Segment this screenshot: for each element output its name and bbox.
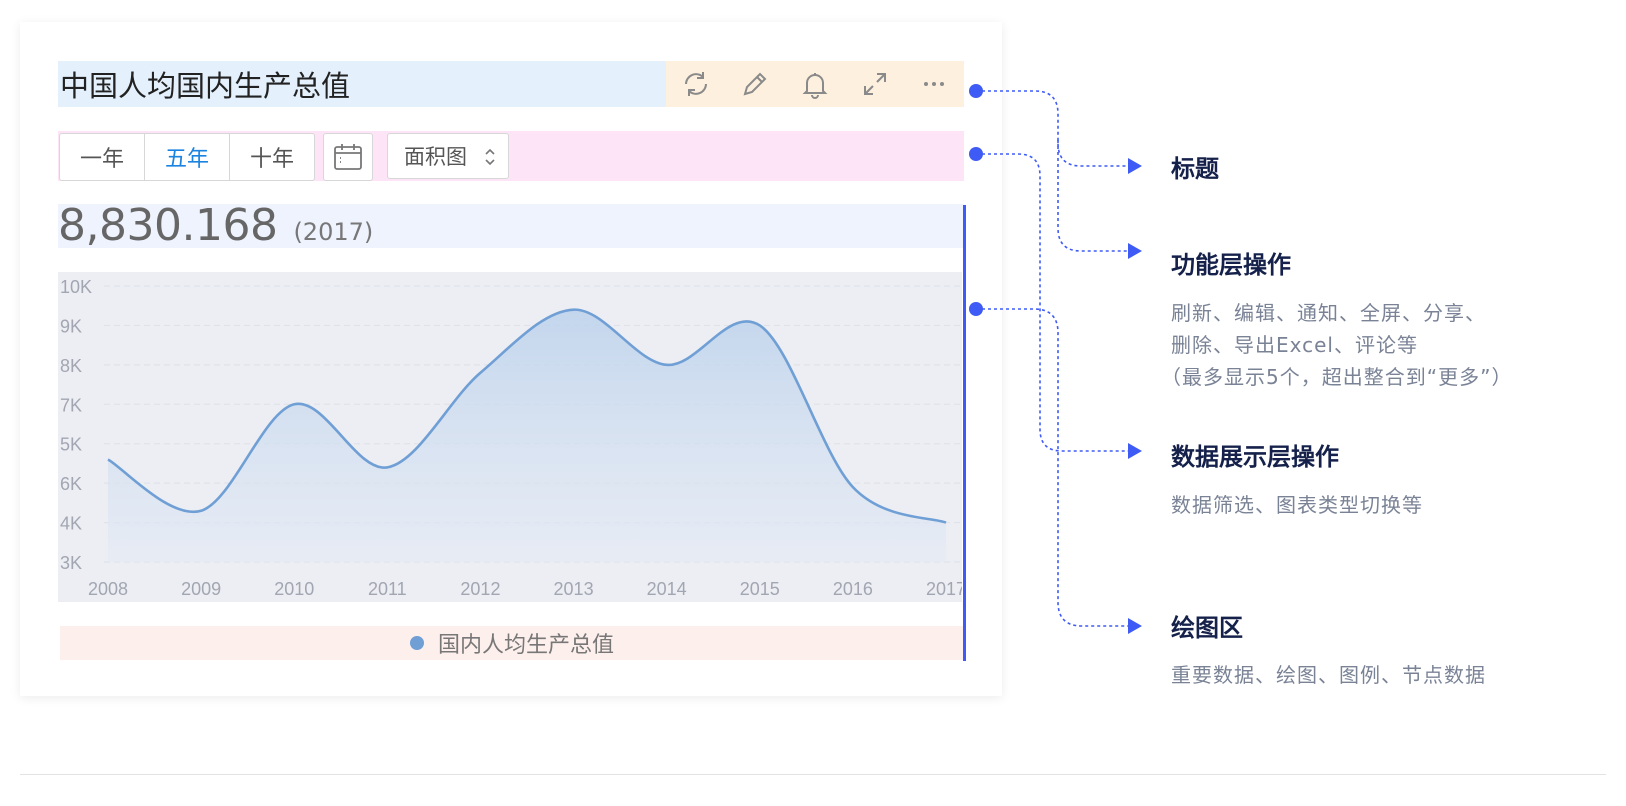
arrow-icon [1128,158,1142,174]
annotation-data-ops-heading: 数据展示层操作 [1171,443,1339,471]
annotation-data-ops-desc: 数据筛选、图表类型切换等 [1171,489,1423,521]
annotation-title-heading: 标题 [1171,155,1219,183]
annotation-function-desc: 刷新、编辑、通知、全屏、分享、 删除、导出Excel、评论等 （最多显示5个，超… [1161,297,1512,393]
desc-line: 刷新、编辑、通知、全屏、分享、 [1171,301,1486,325]
connector-title [976,90,1128,167]
desc-line: （最多显示5个，超出整合到“更多”） [1161,365,1513,389]
arrow-icon [1128,443,1142,459]
connector-function [1057,140,1128,252]
connector-data-ops [976,153,1128,452]
arrow-icon [1128,243,1142,259]
footer-divider [20,774,1606,775]
annotation-function-heading: 功能层操作 [1171,251,1291,279]
annotation-plot-heading: 绘图区 [1171,614,1243,642]
desc-line: 重要数据、绘图、图例、节点数据 [1171,663,1486,687]
arrow-icon [1128,618,1142,634]
annotation-plot-desc: 重要数据、绘图、图例、节点数据 [1171,659,1486,691]
desc-line: 数据筛选、图表类型切换等 [1171,493,1423,517]
desc-line: 删除、导出Excel、评论等 [1171,333,1418,357]
connector-plot [976,308,1128,627]
